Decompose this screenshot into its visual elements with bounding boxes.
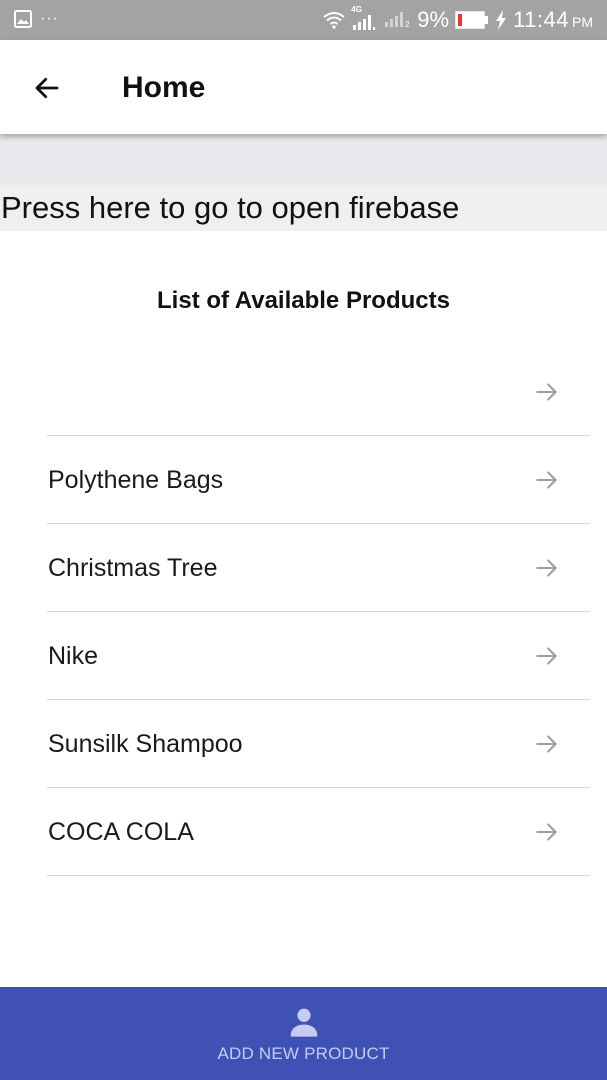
- products-heading: List of Available Products: [157, 287, 450, 314]
- signal-sim2-icon: 2: [385, 12, 410, 28]
- add-new-product-button[interactable]: ADD NEW PRODUCT: [0, 987, 607, 1080]
- clock-ampm: PM: [572, 14, 593, 30]
- product-row[interactable]: Sunsilk Shampoo: [47, 700, 590, 788]
- svg-text:2: 2: [405, 20, 410, 28]
- signal-sim1: 4G: [351, 5, 377, 31]
- battery-percent: 9%: [417, 7, 450, 32]
- app-bar: Home: [0, 40, 607, 134]
- charging-icon: [496, 10, 507, 30]
- page-title: Home: [122, 71, 206, 104]
- clock-time: 11:44: [513, 7, 569, 32]
- battery-icon: [455, 11, 489, 29]
- product-row[interactable]: Polythene Bags: [47, 436, 590, 524]
- product-list: Polythene Bags Christmas Tree Nike Sunsi…: [47, 348, 590, 876]
- image-notification-icon: [14, 10, 32, 28]
- arrow-right-icon: [536, 646, 557, 665]
- product-row[interactable]: Christmas Tree: [47, 524, 590, 612]
- content-spacer: [0, 134, 607, 185]
- product-label: Nike: [48, 641, 99, 670]
- arrow-right-icon: [536, 382, 557, 401]
- arrow-right-icon: [536, 558, 557, 577]
- product-label: Polythene Bags: [48, 465, 224, 494]
- product-row[interactable]: COCA COLA: [47, 788, 590, 876]
- product-row[interactable]: [47, 348, 590, 436]
- arrow-right-icon: [536, 734, 557, 753]
- product-label: Sunsilk Shampoo: [48, 729, 243, 758]
- add-new-product-label: ADD NEW PRODUCT: [217, 1043, 390, 1063]
- product-label: COCA COLA: [48, 817, 194, 846]
- status-left: ···: [14, 10, 59, 28]
- person-icon: [290, 1008, 317, 1037]
- product-label: Christmas Tree: [48, 553, 218, 582]
- arrow-left-icon: [35, 77, 59, 99]
- product-row[interactable]: Nike: [47, 612, 590, 700]
- open-firebase-button[interactable]: Press here to go to open firebase: [0, 185, 607, 231]
- status-bar: ··· 4G 2 9% 11:44 PM: [0, 0, 607, 40]
- more-notifications-icon: ···: [40, 10, 59, 27]
- status-right: 4G 2 9% 11:44 PM: [323, 5, 593, 33]
- back-button[interactable]: [28, 69, 66, 107]
- arrow-right-icon: [536, 470, 557, 489]
- wifi-icon: [323, 12, 345, 29]
- signal-sim1-icon: [353, 15, 376, 30]
- network-type-label: 4G: [351, 5, 362, 14]
- arrow-right-icon: [536, 822, 557, 841]
